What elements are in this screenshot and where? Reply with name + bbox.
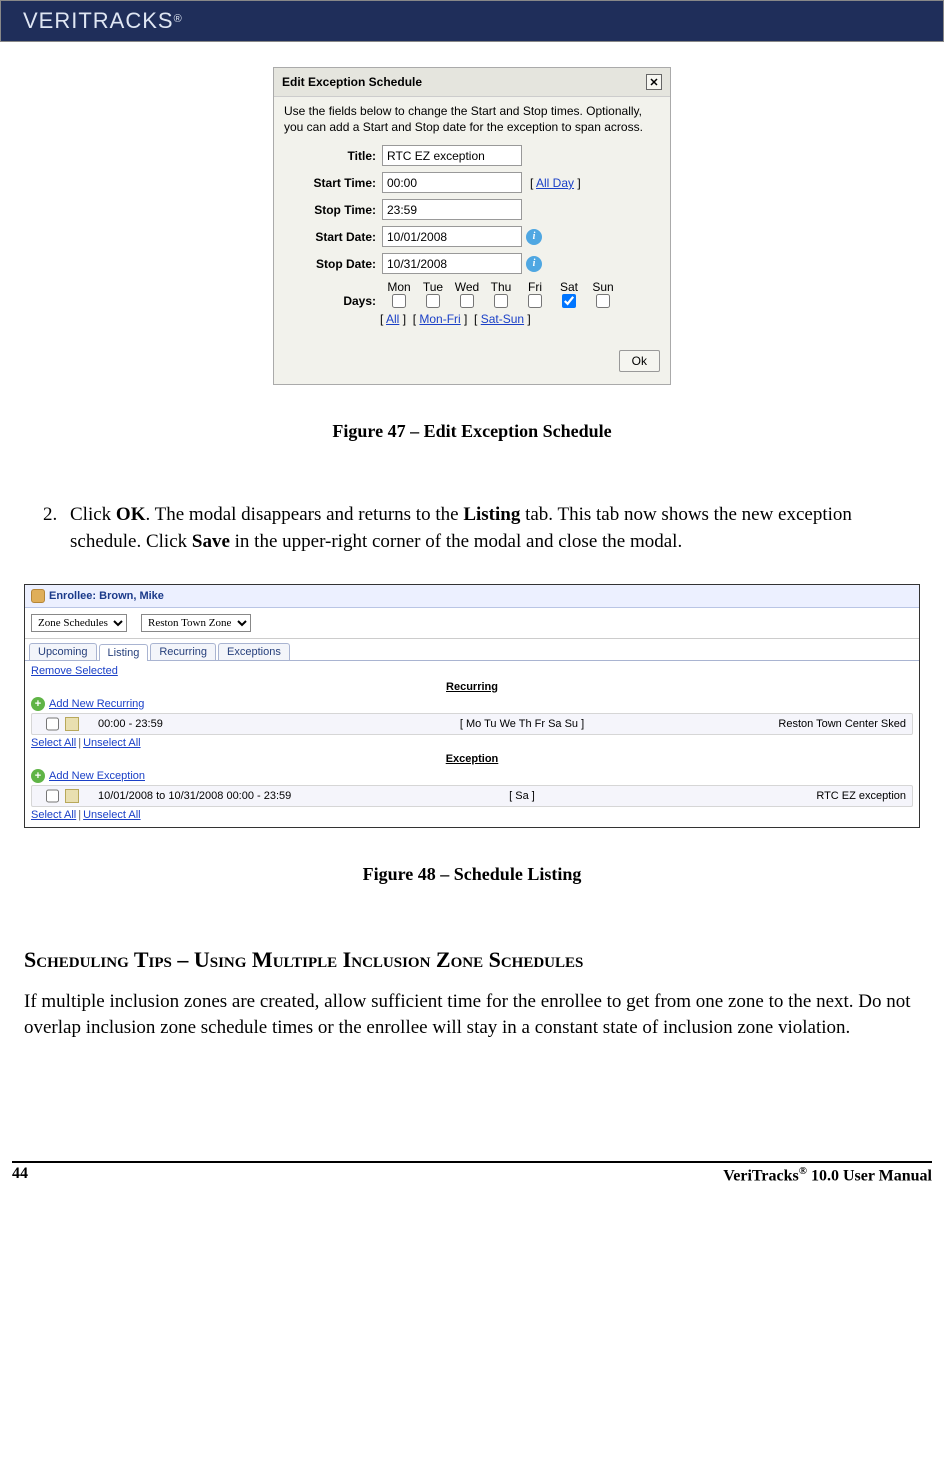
title-input[interactable]	[382, 145, 522, 166]
step-list: Click OK. The modal disappears and retur…	[62, 502, 922, 555]
day-tue-checkbox[interactable]	[426, 294, 440, 308]
day-head: Sat	[552, 280, 586, 294]
stop-date-input[interactable]	[382, 253, 522, 274]
select-all-link[interactable]: Select All	[31, 809, 76, 821]
row-time: 00:00 - 23:59	[92, 715, 352, 733]
enrollee-header: Enrollee: Brown, Mike	[25, 585, 919, 608]
row-days: [ Mo Tu We Th Fr Sa Su ]	[352, 715, 692, 733]
page-header: VERITRACKS®	[0, 0, 944, 42]
person-icon	[31, 589, 45, 603]
days-all-link[interactable]: All	[386, 312, 399, 326]
exception-row: 10/01/2008 to 10/31/2008 00:00 - 23:59 […	[31, 785, 913, 807]
remove-selected-link[interactable]: Remove Selected	[31, 665, 118, 677]
day-head: Wed	[450, 280, 484, 294]
enrollee-label: Enrollee: Brown, Mike	[49, 590, 164, 602]
recurring-row: 00:00 - 23:59 [ Mo Tu We Th Fr Sa Su ] R…	[31, 713, 913, 735]
edit-exception-modal: Edit Exception Schedule ✕ Use the fields…	[273, 67, 671, 385]
unselect-all-link[interactable]: Unselect All	[83, 809, 140, 821]
brand-logo: VERITRACKS®	[23, 8, 183, 34]
plus-icon: +	[31, 769, 45, 783]
figure-48-caption: Figure 48 – Schedule Listing	[12, 864, 932, 885]
days-label: Days:	[284, 294, 376, 308]
day-head: Sun	[586, 280, 620, 294]
row-time: 10/01/2008 to 10/31/2008 00:00 - 23:59	[92, 787, 352, 805]
add-recurring-link[interactable]: Add New Recurring	[49, 698, 144, 710]
day-head: Mon	[382, 280, 416, 294]
start-date-label: Start Date:	[284, 230, 376, 244]
stop-time-input[interactable]	[382, 199, 522, 220]
unselect-all-link[interactable]: Unselect All	[83, 737, 140, 749]
day-head: Fri	[518, 280, 552, 294]
info-icon[interactable]: i	[526, 256, 542, 272]
section-paragraph: If multiple inclusion zones are created,…	[24, 989, 920, 1041]
recurring-heading: Recurring	[31, 681, 913, 693]
ok-button[interactable]: Ok	[619, 350, 660, 372]
day-fri-checkbox[interactable]	[528, 294, 542, 308]
row-checkbox[interactable]	[46, 717, 59, 731]
modal-title-text: Edit Exception Schedule	[282, 75, 422, 89]
page-footer: 44 VeriTracks® 10.0 User Manual	[0, 1165, 944, 1195]
select-all-link[interactable]: Select All	[31, 737, 76, 749]
tab-listing[interactable]: Listing	[99, 644, 149, 661]
tab-row: Upcoming Listing Recurring Exceptions	[25, 639, 919, 661]
tab-upcoming[interactable]: Upcoming	[29, 643, 97, 660]
footer-rule	[12, 1161, 932, 1163]
brand-reg: ®	[174, 8, 183, 29]
row-checkbox[interactable]	[46, 789, 59, 803]
add-exception-link[interactable]: Add New Exception	[49, 770, 145, 782]
edit-icon[interactable]	[65, 717, 79, 731]
page-number: 44	[12, 1165, 28, 1185]
day-sun-checkbox[interactable]	[596, 294, 610, 308]
start-time-input[interactable]	[382, 172, 522, 193]
day-mon-checkbox[interactable]	[392, 294, 406, 308]
close-icon[interactable]: ✕	[646, 74, 662, 90]
info-icon[interactable]: i	[526, 229, 542, 245]
day-link-row: [ All ] [ Mon-Fri ] [ Sat-Sun ]	[380, 312, 660, 326]
day-thu-checkbox[interactable]	[494, 294, 508, 308]
tab-exceptions[interactable]: Exceptions	[218, 643, 290, 660]
day-wed-checkbox[interactable]	[460, 294, 474, 308]
title-label: Title:	[284, 149, 376, 163]
plus-icon: +	[31, 697, 45, 711]
edit-icon[interactable]	[65, 789, 79, 803]
row-days: [ Sa ]	[352, 787, 692, 805]
day-sat-checkbox[interactable]	[562, 294, 576, 308]
manual-name: VeriTracks® 10.0 User Manual	[723, 1165, 932, 1185]
schedule-type-select[interactable]: Zone Schedules	[31, 614, 127, 632]
step-2: Click OK. The modal disappears and retur…	[62, 502, 922, 555]
zone-select[interactable]: Reston Town Zone	[141, 614, 251, 632]
modal-description: Use the fields below to change the Start…	[284, 103, 660, 135]
start-time-label: Start Time:	[284, 176, 376, 190]
schedule-listing-panel: Enrollee: Brown, Mike Zone Schedules Res…	[24, 584, 920, 828]
tab-recurring[interactable]: Recurring	[150, 643, 216, 660]
all-day-link[interactable]: All Day	[536, 176, 574, 190]
exception-heading: Exception	[31, 753, 913, 765]
days-satsun-link[interactable]: Sat-Sun	[481, 312, 524, 326]
modal-titlebar: Edit Exception Schedule ✕	[274, 68, 670, 97]
stop-date-label: Stop Date:	[284, 257, 376, 271]
all-day-wrap: [ All Day ]	[530, 176, 581, 190]
figure-47-caption: Figure 47 – Edit Exception Schedule	[12, 421, 932, 442]
day-head: Thu	[484, 280, 518, 294]
section-title: Scheduling Tips – Using Multiple Inclusi…	[24, 947, 920, 973]
days-monfri-link[interactable]: Mon-Fri	[419, 312, 460, 326]
day-headers: Mon Tue Wed Thu Fri Sat Sun	[382, 280, 660, 294]
brand-text: VERITRACKS	[23, 8, 174, 34]
row-name: Reston Town Center Sked	[692, 715, 912, 733]
row-name: RTC EZ exception	[692, 787, 912, 805]
stop-time-label: Stop Time:	[284, 203, 376, 217]
start-date-input[interactable]	[382, 226, 522, 247]
day-head: Tue	[416, 280, 450, 294]
